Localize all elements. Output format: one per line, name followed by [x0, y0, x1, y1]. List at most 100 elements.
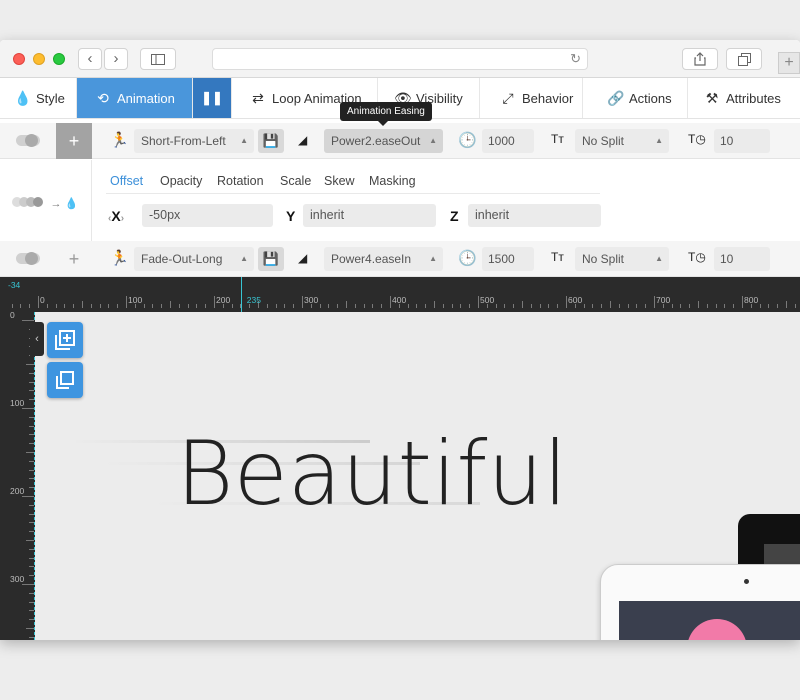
headline-layer[interactable]: Beautiful: [176, 422, 568, 525]
ruler-tick: [302, 296, 303, 308]
save-preset-button[interactable]: 💾: [258, 129, 284, 153]
subtabs-divider: [106, 193, 600, 194]
easing-select[interactable]: Power2.easeOut ▲: [324, 129, 443, 153]
ruler-tick: [381, 304, 383, 308]
forward-button[interactable]: ›: [104, 48, 128, 70]
tab-animation[interactable]: ⟲ Animation: [77, 78, 193, 118]
ruler-tick: [777, 304, 779, 308]
ruler-cursor-line[interactable]: [241, 277, 242, 312]
pause-animation-button[interactable]: ❚❚: [193, 78, 232, 118]
link-icon: 🔗: [607, 90, 625, 106]
tab-attributes[interactable]: ⚒ Attributes: [688, 78, 800, 118]
stage-canvas[interactable]: Beautiful 0 100 200 300 ‹: [0, 312, 800, 640]
add-layer-button[interactable]: [47, 322, 83, 358]
offset-y-input[interactable]: inherit: [303, 204, 436, 227]
share-button[interactable]: [682, 48, 718, 70]
history-icon: ⟲: [97, 90, 109, 106]
ruler-tick: [601, 304, 603, 308]
vertical-ruler[interactable]: 0 100 200 300: [0, 312, 35, 640]
out-easing-value: Power4.easeIn: [331, 252, 412, 266]
tabs-overview-button[interactable]: [726, 48, 762, 70]
ruler-label: 235: [246, 295, 261, 305]
sidebar-toggle-button[interactable]: [140, 48, 176, 70]
add-transition-out-button[interactable]: +: [56, 241, 92, 277]
split-select[interactable]: No Split ▲: [575, 129, 669, 153]
ruler-tick: [372, 304, 374, 308]
ruler-tick: [82, 301, 83, 308]
tab-actions[interactable]: 🔗 Actions: [583, 78, 688, 118]
out-duration-input[interactable]: 1500: [482, 247, 534, 271]
subtab-scale[interactable]: Scale: [280, 174, 311, 188]
ruler-tick: [319, 304, 321, 308]
split-delay-input[interactable]: 10: [714, 129, 770, 153]
transition-properties-panel: → 💧 Offset Opacity Rotation Scale Skew M…: [0, 160, 800, 242]
offset-x-input[interactable]: -50px: [142, 204, 273, 227]
x-axis-label: X: [111, 208, 121, 224]
subtab-rotation[interactable]: Rotation: [217, 174, 264, 188]
back-button[interactable]: ‹: [78, 48, 102, 70]
app-window: ‹ › ↻ + 💧 Style ⟲ Animation ❚❚ ⇄ Loop Anima…: [0, 40, 800, 640]
out-split-delay-input[interactable]: 10: [714, 247, 770, 271]
ruler-offset-label: -34: [8, 280, 21, 290]
new-tab-button[interactable]: +: [778, 52, 800, 74]
ruler-tick: [178, 304, 180, 308]
ruler-tick: [794, 304, 796, 308]
zoom-window-button[interactable]: [53, 53, 65, 65]
collapse-panel-button[interactable]: ‹: [30, 322, 44, 356]
tablet-mockup[interactable]: [600, 564, 800, 640]
ruler-tick: [346, 301, 347, 308]
tab-style[interactable]: 💧 Style: [0, 78, 77, 118]
ruler-tick: [152, 304, 154, 308]
tab-style-label: Style: [36, 91, 65, 106]
vertical-ruler-label: 0: [10, 312, 15, 320]
ruler-label: 700: [656, 295, 671, 305]
minimize-window-button[interactable]: [33, 53, 45, 65]
select-arrow-icon: ▲: [240, 254, 248, 263]
ruler-tick: [442, 304, 444, 308]
subtab-opacity[interactable]: Opacity: [160, 174, 202, 188]
ruler-tick: [689, 304, 691, 308]
subtab-masking[interactable]: Masking: [369, 174, 416, 188]
transition-in-toggle[interactable]: [16, 134, 40, 147]
ruler-tick: [513, 304, 515, 308]
ruler-tick: [618, 304, 620, 308]
ruler-tick: [214, 296, 215, 308]
ruler-tick: [495, 304, 497, 308]
out-animation-preset-value: Fade-Out-Long: [141, 252, 223, 266]
vertical-ruler-label: 200: [10, 486, 25, 496]
out-easing-select[interactable]: Power4.easeIn ▲: [324, 247, 443, 271]
out-split-select[interactable]: No Split ▲: [575, 247, 669, 271]
vertical-guide-line[interactable]: [34, 312, 35, 640]
duration-input[interactable]: 1000: [482, 129, 534, 153]
ruler-tick: [26, 364, 34, 365]
transition-out-toggle[interactable]: [16, 252, 40, 265]
ruler-tick: [610, 301, 611, 308]
reload-icon[interactable]: ↻: [570, 51, 581, 67]
duplicate-layer-button[interactable]: [47, 362, 83, 398]
ruler-tick: [478, 296, 479, 308]
subtab-skew[interactable]: Skew: [324, 174, 355, 188]
tab-behavior[interactable]: ⤢ Behavior: [480, 78, 583, 118]
ruler-tick: [293, 304, 295, 308]
vertical-ruler-label: 300: [10, 574, 25, 584]
ruler-tick: [231, 304, 233, 308]
ruler-tick: [768, 304, 770, 308]
add-transition-in-button[interactable]: +: [56, 123, 92, 159]
horizontal-ruler[interactable]: -34 0 100 200 235 300 400 500 600 700 800: [0, 277, 800, 312]
easing-icon: ◢: [298, 133, 308, 147]
address-bar[interactable]: ↻: [212, 48, 588, 70]
ruler-tick: [698, 301, 699, 308]
ruler-tick: [337, 304, 339, 308]
vertical-ruler-label: 100: [10, 398, 25, 408]
loop-icon: ⇄: [252, 90, 264, 106]
property-indicator: → 💧: [0, 160, 92, 242]
offset-z-input[interactable]: inherit: [468, 204, 601, 227]
animation-preset-select[interactable]: Short-From-Left ▲: [134, 129, 254, 153]
tab-animation-label: Animation: [117, 91, 175, 106]
transition-out-row: + 🏃 Fade-Out-Long ▲ 💾 ◢ Power4.easeIn ▲ 🕒 …: [0, 241, 800, 277]
out-save-preset-button[interactable]: 💾: [258, 247, 284, 271]
out-animation-preset-select[interactable]: Fade-Out-Long ▲: [134, 247, 254, 271]
select-arrow-icon: ▲: [429, 136, 437, 145]
subtab-offset[interactable]: Offset: [110, 174, 143, 188]
close-window-button[interactable]: [13, 53, 25, 65]
